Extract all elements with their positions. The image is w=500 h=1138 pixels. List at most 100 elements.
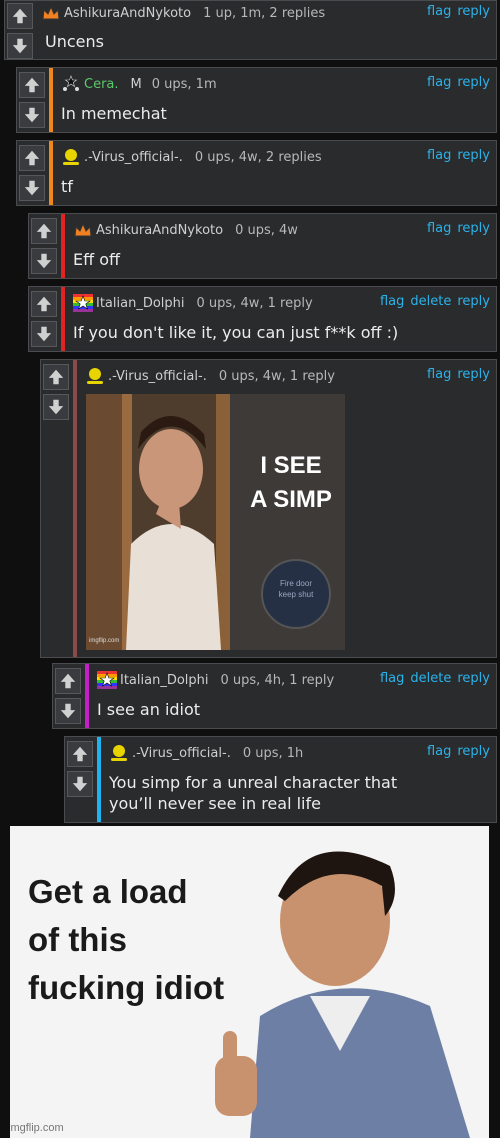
arrow-down-icon <box>48 399 64 415</box>
arrow-down-icon <box>36 326 52 342</box>
comment-actions: flag reply <box>421 75 490 90</box>
comment-meta: 0 ups, 4w, 2 replies <box>194 149 322 165</box>
comment-text: tf <box>61 177 73 196</box>
reply-link[interactable]: reply <box>457 744 490 759</box>
comment-meta: 0 ups, 4h, 1 reply <box>220 672 335 688</box>
comment-text: Eff off <box>73 250 121 269</box>
comment-text: If you don't like it, you can just f**k … <box>73 323 399 342</box>
upvote-button[interactable] <box>19 72 45 98</box>
flag-link[interactable]: flag <box>380 671 404 686</box>
flag-link[interactable]: flag <box>427 4 451 19</box>
downvote-button[interactable] <box>19 175 45 201</box>
upvote-button[interactable] <box>7 3 33 29</box>
thread-stripe <box>61 287 65 351</box>
rainbow-star-icon <box>73 294 93 312</box>
vote-column <box>41 360 71 657</box>
rainbow-star-icon <box>97 671 117 689</box>
user-icon <box>85 367 105 385</box>
reply-link[interactable]: reply <box>457 294 490 309</box>
arrow-up-icon <box>36 296 52 312</box>
flag-link[interactable]: flag <box>427 744 451 759</box>
vote-column <box>5 1 35 59</box>
comment-actions: flag reply <box>421 367 490 382</box>
comment-header: .-Virus_official-. 0 ups, 4w, 2 replies … <box>61 148 490 166</box>
username[interactable]: AshikuraAndNykoto <box>64 6 191 21</box>
thread-stripe <box>61 214 65 278</box>
comment-header: .-Virus_official-. 0 ups, 4w, 1 reply fl… <box>85 367 490 385</box>
downvote-button[interactable] <box>43 394 69 420</box>
downvote-button[interactable] <box>31 248 57 274</box>
comment-meta: 1 up, 1m, 2 replies <box>203 5 326 21</box>
username[interactable]: Cera. <box>84 77 119 92</box>
downvote-button[interactable] <box>19 102 45 128</box>
arrow-up-icon <box>48 369 64 385</box>
comment-actions: flag delete reply <box>374 294 490 309</box>
vote-column <box>29 287 59 351</box>
arrow-up-icon <box>24 150 40 166</box>
comment: Italian_Dolphi 0 ups, 4h, 1 reply flag de… <box>52 663 497 729</box>
watermark: imgflip.com <box>10 1122 64 1134</box>
thread-stripe <box>49 141 53 205</box>
upvote-button[interactable] <box>43 364 69 390</box>
user-icon <box>109 744 129 762</box>
crown-icon <box>73 221 93 239</box>
reply-link[interactable]: reply <box>457 75 490 90</box>
reply-link[interactable]: reply <box>457 367 490 382</box>
downvote-button[interactable] <box>31 321 57 347</box>
flag-link[interactable]: flag <box>380 294 404 309</box>
flag-link[interactable]: flag <box>427 221 451 236</box>
username[interactable]: Italian_Dolphi <box>96 296 185 311</box>
arrow-down-icon <box>24 180 40 196</box>
username[interactable]: .-Virus_official-. <box>108 369 207 384</box>
upvote-button[interactable] <box>19 145 45 171</box>
flag-link[interactable]: flag <box>427 148 451 163</box>
comment-header: AshikuraAndNykoto 0 ups, 4w flag reply <box>73 221 490 239</box>
user-icon <box>61 148 81 166</box>
vote-column <box>53 664 83 728</box>
comment-actions: flag delete reply <box>374 671 490 686</box>
username[interactable]: AshikuraAndNykoto <box>96 223 223 238</box>
flag-link[interactable]: flag <box>427 75 451 90</box>
meme-image-idiot[interactable]: Get a load of this fucking idiot imgflip… <box>10 826 489 1138</box>
arrow-down-icon <box>60 703 76 719</box>
thread-stripe <box>85 664 89 728</box>
upvote-button[interactable] <box>67 741 93 767</box>
thread-stripe <box>73 360 77 657</box>
delete-link[interactable]: delete <box>410 671 451 686</box>
meme-image-simp[interactable]: I SEE A SIMP Fire door keep shut imgflip… <box>86 394 345 650</box>
upvote-button[interactable] <box>31 291 57 317</box>
username[interactable]: Italian_Dolphi <box>120 673 209 688</box>
downvote-button[interactable] <box>7 33 33 59</box>
downvote-button[interactable] <box>67 771 93 797</box>
comment-meta: 0 ups, 1m <box>151 76 217 92</box>
comment: .-Virus_official-. 0 ups, 1h flag reply Y… <box>64 736 497 823</box>
reply-link[interactable]: reply <box>457 148 490 163</box>
comment-text: I see an idiot <box>97 700 201 719</box>
vote-column <box>29 214 59 278</box>
comment-actions: flag reply <box>421 744 490 759</box>
delete-link[interactable]: delete <box>410 294 451 309</box>
arrow-down-icon <box>12 38 28 54</box>
arrow-up-icon <box>60 673 76 689</box>
arrow-down-icon <box>72 776 88 792</box>
username[interactable]: .-Virus_official-. <box>84 150 183 165</box>
flag-link[interactable]: flag <box>427 367 451 382</box>
comment-meta: 0 ups, 1h <box>242 745 304 761</box>
arrow-up-icon <box>24 77 40 93</box>
comment: Cera. M 0 ups, 1m flag reply In memechat <box>16 67 497 133</box>
username[interactable]: .-Virus_official-. <box>132 746 231 761</box>
comment-header: Italian_Dolphi 0 ups, 4h, 1 reply flag de… <box>97 671 490 689</box>
watermark: imgflip.com <box>89 638 120 644</box>
comment-actions: flag reply <box>421 221 490 236</box>
reply-link[interactable]: reply <box>457 671 490 686</box>
upvote-button[interactable] <box>55 668 81 694</box>
arrow-up-icon <box>12 8 28 24</box>
upvote-button[interactable] <box>31 218 57 244</box>
meme-caption: I SEE A SIMP <box>250 452 332 513</box>
comment: AshikuraAndNykoto 1 up, 1m, 2 replies fl… <box>4 0 497 60</box>
comment-text: Uncens <box>45 32 104 51</box>
reply-link[interactable]: reply <box>457 4 490 19</box>
reply-link[interactable]: reply <box>457 221 490 236</box>
downvote-button[interactable] <box>55 698 81 724</box>
comment: .-Virus_official-. 0 ups, 4w, 2 replies … <box>16 140 497 206</box>
